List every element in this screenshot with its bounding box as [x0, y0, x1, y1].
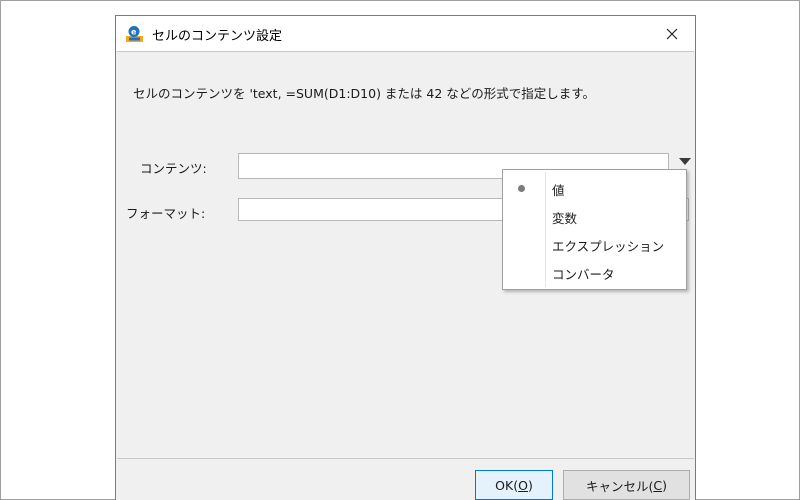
menu-item-variable[interactable]: 変数 [503, 202, 686, 230]
cancel-button[interactable]: キャンセル(C) [563, 470, 690, 500]
menu-item-label: 値 [552, 183, 565, 198]
contents-label: コンテンツ: [140, 161, 207, 176]
ok-label: OK( [495, 477, 519, 493]
menu-item-label: エクスプレッション [552, 239, 665, 254]
ok-mnemonic: O [518, 477, 528, 493]
close-button[interactable] [649, 16, 695, 51]
cancel-label: キャンセル( [585, 478, 654, 494]
format-label: フォーマット: [126, 206, 206, 221]
dropdown-arrow-icon[interactable] [677, 155, 693, 169]
ok-button[interactable]: OK(O) [475, 470, 553, 500]
title-bar: e セルのコンテンツ設定 [116, 16, 695, 51]
menu-item-label: 変数 [552, 211, 578, 226]
app-logo-icon: e [126, 25, 143, 42]
ok-label-suffix: ) [527, 477, 533, 493]
svg-text:e: e [131, 28, 137, 37]
cancel-label-suffix: ) [662, 477, 667, 493]
cell-contents-dialog: e セルのコンテンツ設定 セルのコンテンツを 'text, =SUM(D1:D1… [115, 15, 696, 500]
menu-item-value[interactable]: 値 [503, 174, 686, 202]
cancel-mnemonic: C [653, 477, 663, 493]
contents-type-menu: 値 変数 エクスプレッション コンバータ [502, 169, 687, 290]
dialog-content: セルのコンテンツを 'text, =SUM(D1:D10) または 42 などの… [117, 51, 694, 459]
menu-item-expression[interactable]: エクスプレッション [503, 230, 686, 258]
close-icon [666, 28, 678, 39]
description-text: セルのコンテンツを 'text, =SUM(D1:D10) または 42 などの… [133, 86, 596, 101]
dialog-title: セルのコンテンツ設定 [152, 29, 283, 44]
radio-bullet-icon [518, 185, 525, 192]
menu-item-label: コンバータ [552, 267, 615, 282]
menu-item-converter[interactable]: コンバータ [503, 258, 686, 286]
